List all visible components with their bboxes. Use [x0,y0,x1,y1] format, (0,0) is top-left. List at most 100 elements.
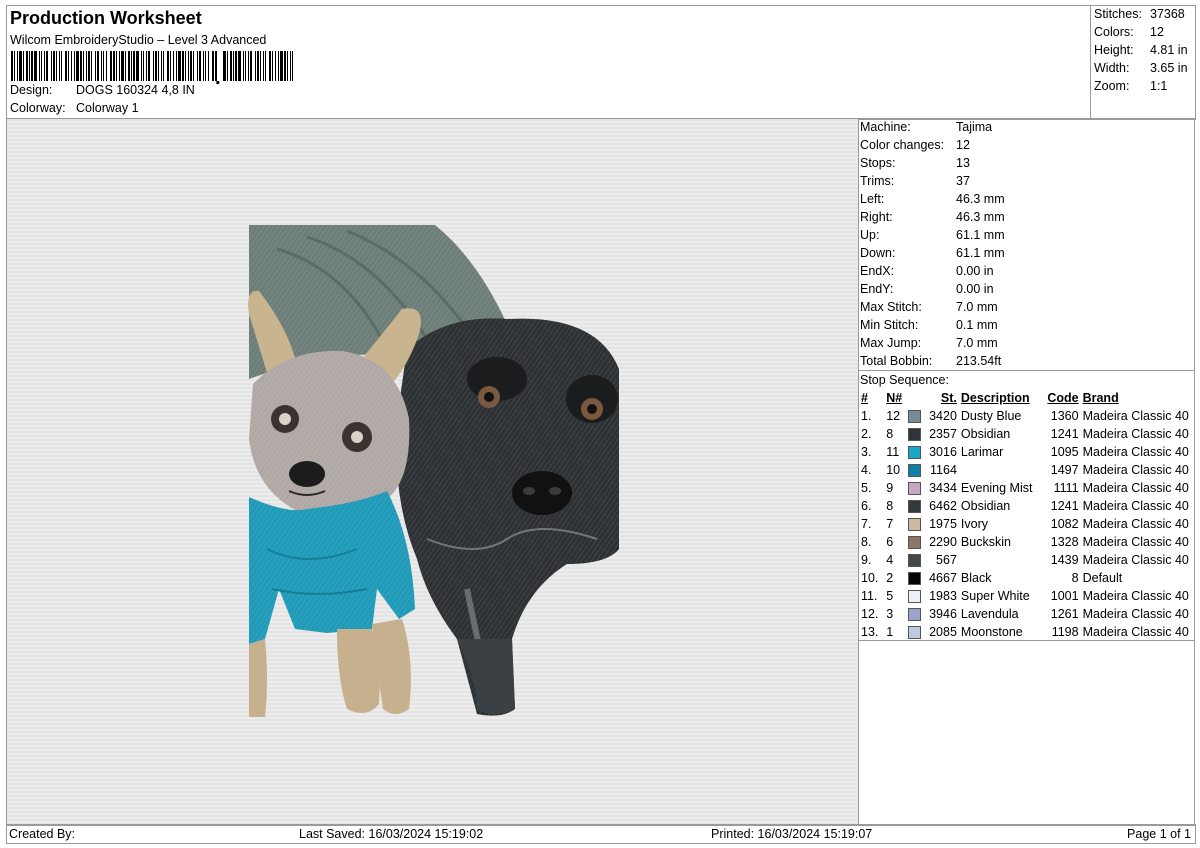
barcode-bar [193,51,194,81]
stitch-count: 2085 [929,625,957,639]
header-swatch [906,389,924,407]
production-worksheet: Production Worksheet Wilcom EmbroiderySt… [0,0,1200,848]
row-number: 11. [861,589,878,603]
barcode-bar [119,51,120,81]
barcode-bar [101,51,102,81]
barcode-bar [248,51,249,81]
color-code: 1241 [1050,499,1079,513]
barcode-bar [110,51,112,81]
barcode-bar [141,51,142,81]
needle-number: 4 [886,553,894,567]
thread-brand: Madeira Classic 40 [1082,409,1189,423]
color-code: 1360 [1050,409,1079,423]
stitch-count: 1983 [929,589,957,603]
thread-color-swatch [907,518,921,532]
table-row: 7. 7 1975 Ivory 1082 Madeira Classic 40 [859,515,1194,533]
color-swatch [906,479,924,497]
divider [858,370,1194,371]
table-row: 6. 8 6462 Obsidian 1241 Madeira Classic 40 [859,497,1194,515]
barcode-bar [245,51,246,81]
barcode-bar [153,51,154,81]
barcode-bar [176,51,177,81]
barcode-bar [290,51,291,81]
design-row: Design: DOGS 160324 4,8 IN [10,83,195,97]
barcode-bar [170,51,171,81]
barcode-bar [155,51,157,81]
table-row: 11. 5 1983 Super White 1001 Madeira Classic 4… [859,587,1194,605]
thread-brand: Madeira Classic 40 [1082,463,1189,477]
barcode-bar [263,51,264,81]
colorway-label: Colorway: [10,101,66,115]
barcode-bar [227,51,228,81]
barcode-bar [212,51,214,81]
barcode-bar [106,51,107,81]
software-name: Wilcom EmbroideryStudio – Level 3 Advanc… [10,33,267,47]
row-number: 3. [861,445,872,459]
thread-brand: Madeira Classic 40 [1082,427,1189,441]
stat-width: Width: 3.65 in [1094,61,1188,75]
needle-number: 7 [886,517,894,531]
stitch-count: 3434 [929,481,957,495]
thread-brand: Madeira Classic 40 [1082,535,1189,549]
thread-brand: Madeira Classic 40 [1082,499,1189,513]
barcode-bar [265,51,266,81]
worksheet-title: Production Worksheet [10,8,202,28]
machine-info-panel: Machine: Tajima Color changes: 12 Stops: 13… [858,118,1195,826]
barcode-bar [278,51,279,81]
stop-sequence-table: # N# St. Description Code Brand 1. 12 3420… [859,389,1194,641]
color-description: Black [960,571,992,585]
table-row: 3. 11 3016 Larimar 1095 Madeira Classic 40 [859,443,1194,461]
barcode-bar [257,51,259,81]
table-row: 1. 12 3420 Dusty Blue 1360 Madeira Classic 40 [859,407,1194,425]
header-num: # [861,391,868,405]
barcode-bar [238,51,241,81]
barcode-bar [188,51,189,81]
thread-color-swatch [907,500,921,514]
barcode-bar [51,51,52,81]
thread-color-swatch [907,554,921,568]
barcode-bar [95,51,96,81]
barcode-bar [26,51,28,81]
stitch-count: 2290 [929,535,957,549]
barcode-bar [272,51,273,81]
stops-row: Stops: 13 [860,156,970,170]
barcode-bar [74,51,75,81]
barcode-bar [287,51,288,81]
color-description [959,461,1043,479]
table-row: 5. 9 3434 Evening Mist 1111 Madeira Classic 4… [859,479,1194,497]
color-code: 1328 [1050,535,1079,549]
barcode-bar [255,51,256,81]
barcode-bar [158,51,159,81]
design-value: DOGS 160324 4,8 IN [76,83,195,97]
barcode-bar [121,51,124,81]
stat-stitches: Stitches: 37368 [1094,7,1185,21]
stitch-count: 3420 [929,409,957,423]
down-row: Down: 61.1 mm [860,246,1005,260]
needle-number: 3 [886,607,894,621]
color-swatch [906,551,924,569]
stat-height: Height: 4.81 in [1094,43,1188,57]
table-header-row: # N# St. Description Code Brand [859,389,1194,407]
barcode-bar [80,51,82,81]
color-swatch [906,461,924,479]
row-number: 6. [861,499,872,513]
color-description: Ivory [960,517,988,531]
worksheet-header: Production Worksheet Wilcom EmbroiderySt… [6,5,1196,120]
thread-color-swatch [907,446,921,460]
thread-brand: Madeira Classic 40 [1082,589,1189,603]
right-row: Right: 46.3 mm [860,210,1005,224]
endx-row: EndX: 0.00 in [860,264,994,278]
design-preview [6,118,859,826]
row-number: 10. [861,571,879,585]
color-description: Dusty Blue [960,409,1022,423]
barcode-bar [205,51,206,81]
needle-number: 5 [886,589,894,603]
barcode-bar [59,51,60,81]
thread-brand: Madeira Classic 40 [1082,607,1189,621]
printed-date: Printed: 16/03/2024 15:19:07 [711,827,873,841]
barcode-bar [292,51,293,81]
color-code: 1261 [1050,607,1079,621]
needle-number: 9 [886,481,894,495]
needle-number: 2 [886,571,894,585]
needle-number: 8 [886,427,894,441]
